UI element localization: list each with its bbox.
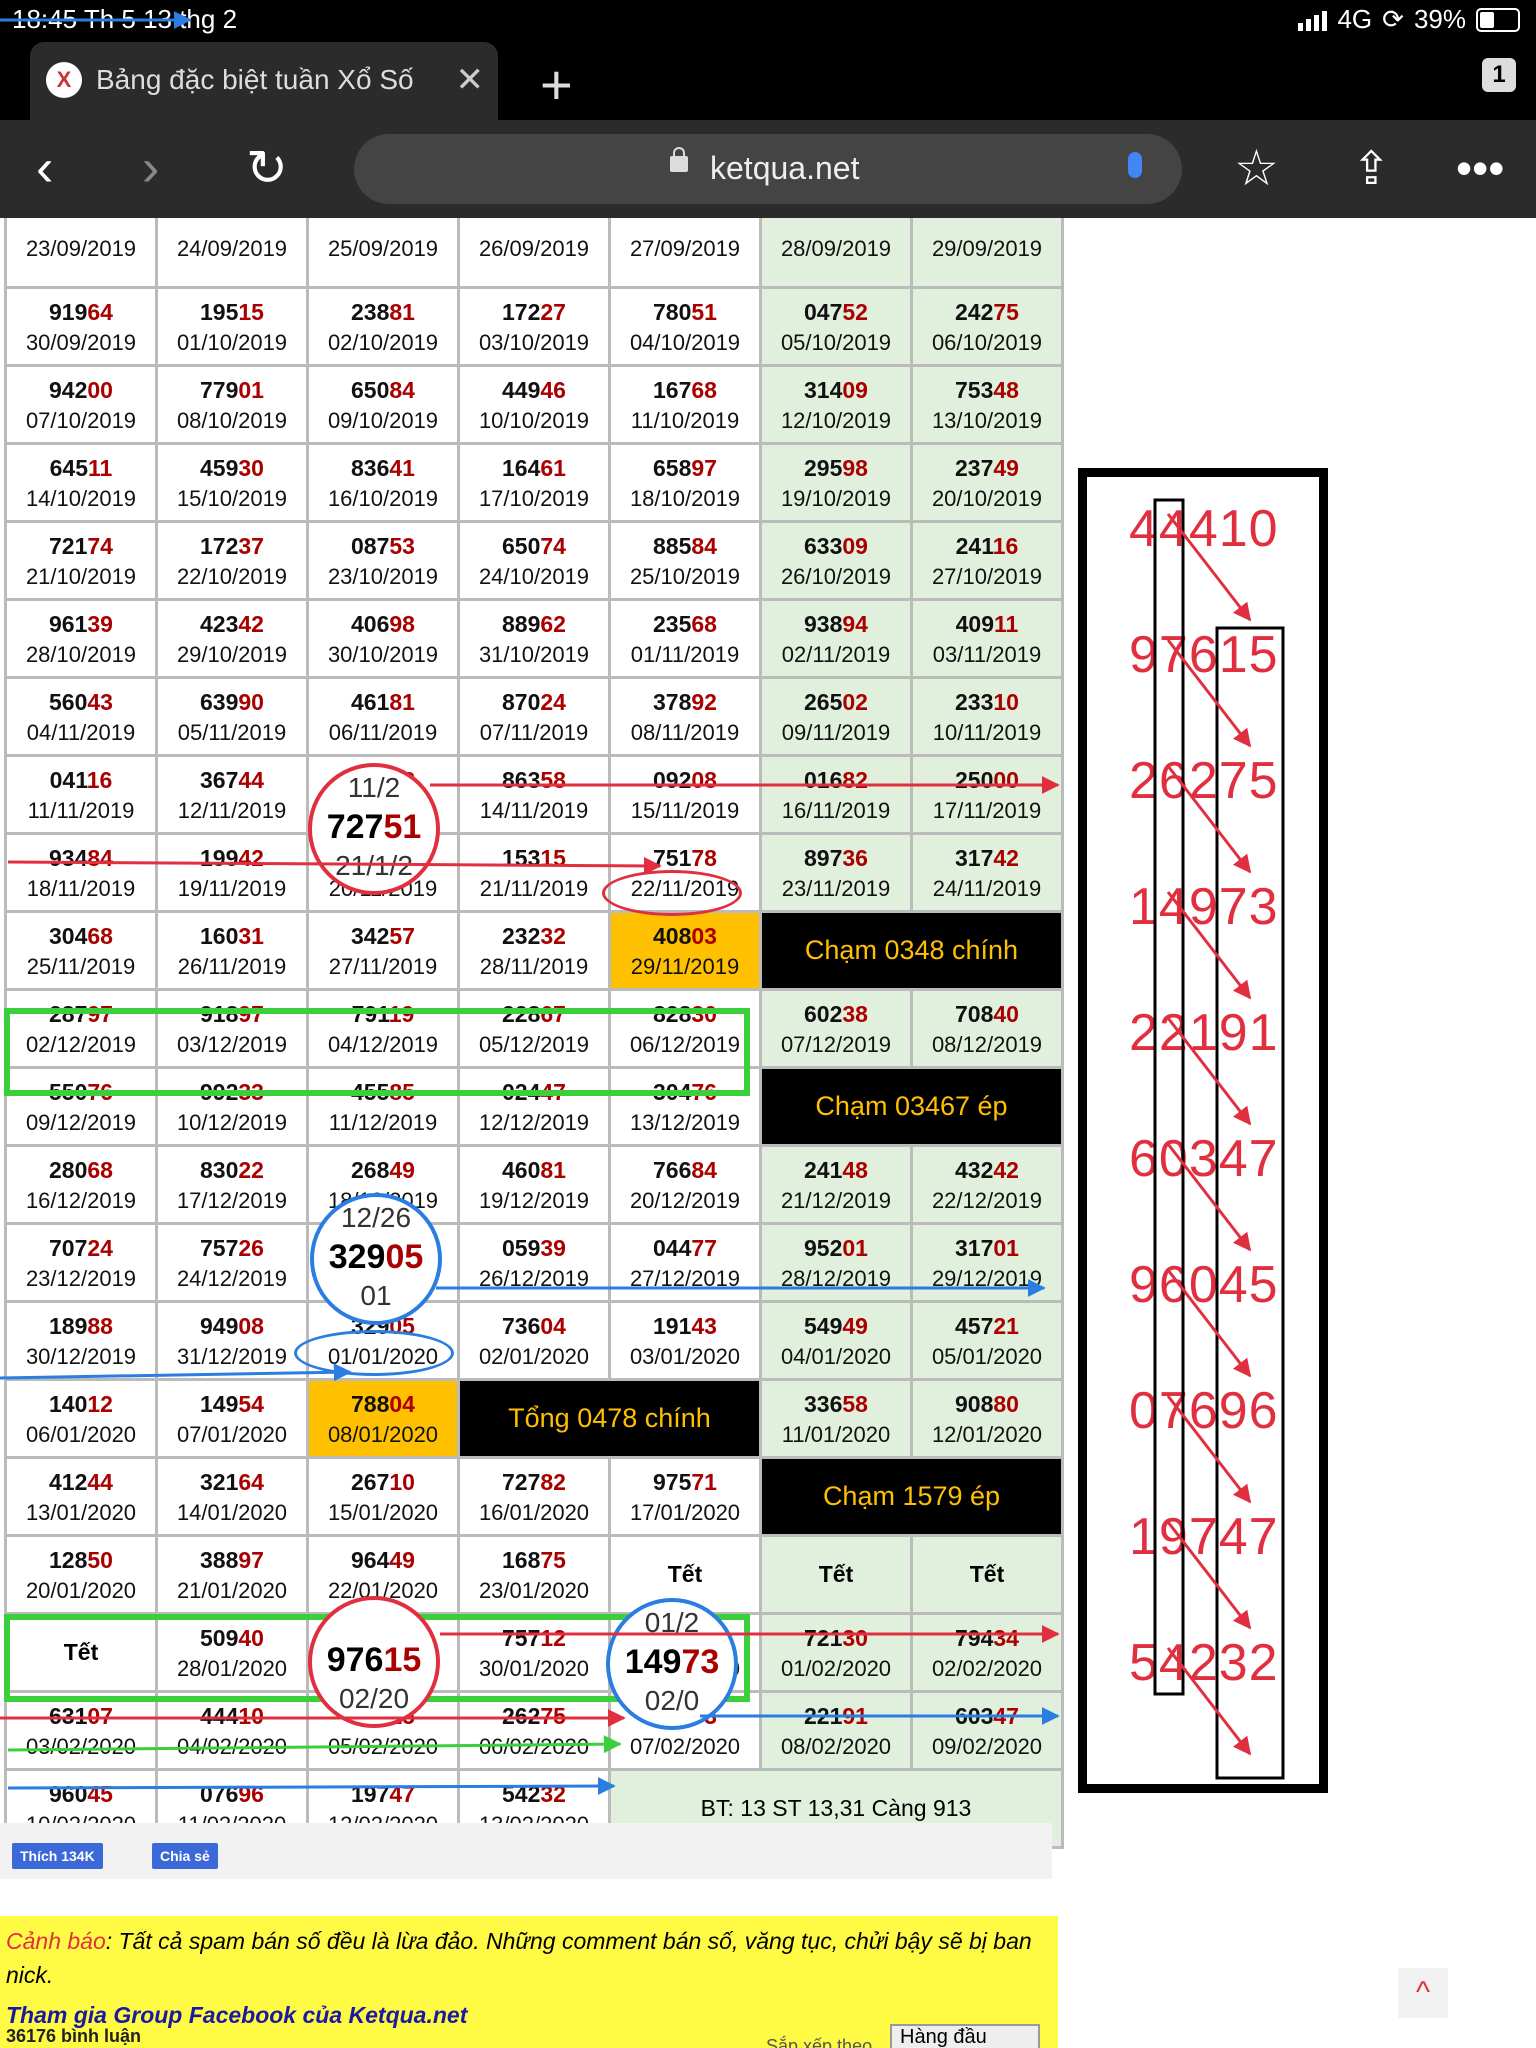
sequence-arrow: [1166, 1017, 1252, 1126]
arrow-lines: [0, 11, 1060, 1796]
sequence-col-box-1: [1153, 498, 1185, 1696]
sequence-arrow: [1166, 513, 1252, 622]
sequence-arrow: [1166, 1143, 1252, 1252]
sequence-arrow: [1166, 1647, 1252, 1756]
sequence-arrow: [1166, 1269, 1252, 1378]
arrow-red-2: [7, 856, 662, 875]
sequence-col-box-2: [1215, 626, 1285, 1780]
sequence-arrows: [1166, 513, 1252, 1756]
arrow-blue-2: [0, 1363, 352, 1382]
arrow-green-1: [7, 1735, 622, 1754]
sequence-arrow: [1166, 1521, 1252, 1630]
sequence-arrow: [1166, 765, 1252, 874]
arrow-blue-4: [7, 1777, 616, 1796]
annotation-arrows: [0, 11, 1285, 1796]
sequence-arrow: [1166, 639, 1252, 748]
sequence-arrow: [1166, 1395, 1252, 1504]
sequence-arrow: [1166, 891, 1252, 1000]
